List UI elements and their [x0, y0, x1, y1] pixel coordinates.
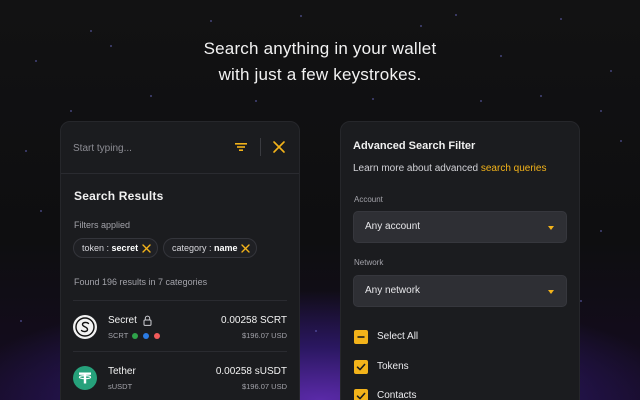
search-panel: Search Results Filters applied token : s… [60, 121, 300, 400]
secret-icon [73, 315, 97, 339]
account-select[interactable]: Any account [353, 211, 567, 243]
sparkle-dot [620, 140, 622, 142]
search-bar [61, 122, 299, 174]
sparkle-dot [40, 210, 42, 212]
advanced-filter-title: Advanced Search Filter [353, 140, 476, 152]
caret-down-icon [548, 226, 554, 230]
tokens-checkbox-row[interactable]: Tokens [354, 360, 554, 376]
remove-chip-icon[interactable] [241, 244, 250, 253]
headline-line-2: with just a few keystrokes. [218, 65, 422, 84]
sparkle-dot [560, 18, 562, 20]
chip-key: token : [82, 243, 110, 253]
token-symbol: SCRT [108, 331, 129, 340]
sparkle-dot [540, 95, 542, 97]
network-select-value: Any network [365, 285, 421, 296]
sparkle-dot [20, 320, 22, 322]
sparkle-dot [300, 15, 302, 17]
results-count: Found 196 results in 7 categories [74, 277, 208, 287]
sparkle-dot [580, 300, 582, 302]
sparkle-dot [255, 100, 257, 102]
learn-more-text: Learn more about advanced search queries [353, 163, 546, 174]
chip-value: secret [111, 243, 139, 253]
network-dot-green [132, 333, 138, 339]
toolbar-divider [260, 138, 261, 156]
caret-down-icon [548, 290, 554, 294]
close-icon[interactable] [272, 140, 286, 154]
sparkle-dot [210, 20, 212, 22]
divider [73, 351, 287, 352]
token-symbol: sUSDT [108, 382, 133, 391]
tokens-checkbox[interactable] [354, 360, 368, 374]
tether-icon [73, 366, 97, 390]
filter-icon[interactable] [234, 140, 248, 154]
sparkle-dot [420, 25, 422, 27]
check-icon [356, 392, 366, 400]
token-amount: 0.00258 sUSDT [215, 366, 287, 377]
network-dot-blue [143, 333, 149, 339]
learn-more-prefix: Learn more about advanced [353, 163, 481, 174]
network-dot-red [154, 333, 160, 339]
contacts-checkbox[interactable] [354, 389, 368, 400]
select-all-checkbox[interactable] [354, 330, 368, 344]
sparkle-dot [455, 14, 457, 16]
filter-chip-token[interactable]: token : secret [73, 238, 158, 258]
token-row-secret[interactable]: Secret SCRT 0.00258 SCRT $196.07 USD [73, 311, 287, 351]
sparkle-dot [315, 330, 317, 332]
token-usd-value: $196.07 USD [241, 331, 287, 340]
select-all-checkbox-row[interactable]: Select All [354, 330, 554, 346]
token-name: Secret [108, 315, 137, 326]
account-select-value: Any account [365, 221, 421, 232]
checkbox-label: Select All [377, 331, 419, 342]
sparkle-dot [480, 100, 482, 102]
advanced-filter-panel: Advanced Search Filter Learn more about … [340, 121, 580, 400]
search-input[interactable] [73, 139, 223, 157]
contacts-checkbox-row[interactable]: Contacts [354, 389, 554, 400]
account-label: Account [354, 195, 383, 204]
token-amount: 0.00258 SCRT [221, 315, 287, 326]
sparkle-dot [70, 110, 72, 112]
token-row-tether[interactable]: Tether sUSDT 0.00258 sUSDT $196.07 USD [73, 362, 287, 400]
sparkle-dot [600, 110, 602, 112]
checkbox-label: Tokens [377, 361, 409, 372]
check-icon [356, 363, 366, 371]
headline-line-1: Search anything in your wallet [203, 39, 437, 58]
sparkle-dot [600, 230, 602, 232]
chip-key: category : [172, 243, 212, 253]
lock-icon [143, 315, 152, 326]
divider [73, 300, 287, 301]
sparkle-dot [90, 30, 92, 32]
sparkle-dot [150, 95, 152, 97]
indeterminate-icon [357, 336, 365, 338]
token-usd-value: $196.07 USD [241, 382, 287, 391]
checkbox-label: Contacts [377, 390, 417, 400]
token-name: Tether [108, 366, 136, 377]
sparkle-dot [372, 98, 374, 100]
network-label: Network [354, 258, 384, 267]
filter-chip-category[interactable]: category : name [163, 238, 257, 258]
remove-chip-icon[interactable] [142, 244, 151, 253]
search-queries-link[interactable]: search queries [481, 163, 547, 174]
results-title: Search Results [74, 189, 164, 203]
chip-value: name [214, 243, 238, 253]
sparkle-dot [25, 150, 27, 152]
filters-applied-label: Filters applied [74, 220, 131, 230]
network-select[interactable]: Any network [353, 275, 567, 307]
headline: Search anything in your wallet with just… [0, 36, 640, 88]
